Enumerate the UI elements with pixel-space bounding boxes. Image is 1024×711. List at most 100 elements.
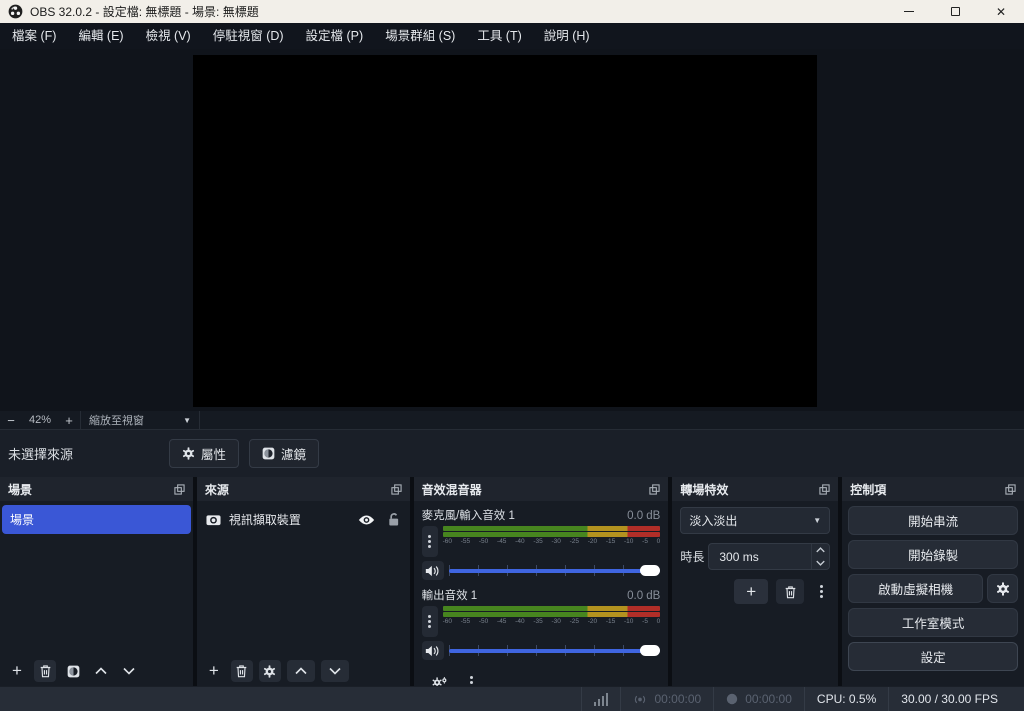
scene-up-button[interactable] (90, 660, 112, 682)
obs-main-window: OBS 32.0.2 - 設定檔: 無標題 - 場景: 無標題 ✕ 檔案 (F)… (0, 0, 1024, 711)
menu-view[interactable]: 檢視 (V) (135, 23, 202, 49)
minimize-button[interactable] (886, 0, 932, 23)
meter-scale: -60 -55 -50 -45 -40 -35 -30 -25 -20 -15 -10 -5 0 (442, 618, 661, 625)
mixer-menu-button[interactable] (469, 680, 473, 684)
remove-scene-button[interactable] (34, 660, 56, 682)
volume-meter (442, 612, 661, 617)
filter-icon (262, 447, 275, 460)
chevron-up-icon (295, 667, 307, 675)
channel-menu-button[interactable] (421, 526, 438, 557)
transitions-panel: 轉場特效 淡入淡出 ▼ 時長 300 ms + (672, 477, 839, 686)
scene-down-button[interactable] (118, 660, 140, 682)
slider-handle[interactable] (640, 645, 661, 656)
start-virtual-camera-button[interactable]: 啟動虛擬相機 (848, 574, 984, 603)
slider-handle[interactable] (640, 565, 661, 576)
mute-button[interactable] (421, 561, 444, 580)
duration-increment-button[interactable] (812, 544, 829, 557)
volume-slider[interactable] (448, 564, 661, 577)
duration-value: 300 ms (719, 549, 759, 564)
connection-status (582, 687, 621, 711)
virtual-camera-config-button[interactable] (987, 574, 1019, 603)
scene-name: 場景 (10, 513, 35, 527)
controls-panel-header[interactable]: 控制項 (842, 477, 1024, 501)
close-icon: ✕ (995, 4, 1007, 19)
record-icon (726, 693, 738, 705)
zoom-level: 42% (28, 414, 52, 426)
duration-decrement-button[interactable] (812, 557, 829, 570)
transitions-panel-header[interactable]: 轉場特效 (672, 477, 839, 501)
remove-transition-button[interactable] (776, 579, 805, 604)
zoom-mode-dropdown[interactable]: 縮放至視窗 ▼ (81, 412, 199, 428)
mixer-channel-mic: 麥克風/輸入音效 1 0.0 dB -60 -55 -50 -45 -40 -35 -30-… (421, 507, 661, 580)
source-down-button[interactable] (320, 660, 349, 682)
properties-button[interactable]: 屬性 (169, 439, 240, 468)
lock-open-icon[interactable] (387, 512, 400, 527)
popout-icon[interactable] (174, 483, 185, 495)
scenes-toolbar: + (0, 656, 193, 686)
remove-source-button[interactable] (230, 660, 253, 682)
mixer-panel-header[interactable]: 音效混音器 (413, 477, 669, 501)
chevron-down-icon (123, 667, 135, 675)
menu-scene-collection[interactable]: 場景群組 (S) (374, 23, 466, 49)
visibility-eye-icon[interactable] (358, 514, 375, 526)
scene-filters-button[interactable] (62, 660, 84, 682)
volume-meter (442, 526, 661, 531)
sources-title: 來源 (204, 482, 229, 497)
popout-icon[interactable] (649, 483, 660, 495)
transition-select[interactable]: 淡入淡出 ▼ (680, 507, 831, 534)
settings-button[interactable]: 設定 (848, 642, 1019, 671)
menu-edit[interactable]: 編輯 (E) (67, 23, 134, 49)
scene-list-item[interactable]: 場景 (2, 505, 191, 534)
source-list-item[interactable]: 視訊擷取裝置 (197, 506, 410, 533)
speaker-icon (425, 645, 439, 656)
start-recording-button[interactable]: 開始錄製 (848, 540, 1019, 569)
channel-menu-button[interactable] (421, 606, 438, 637)
popout-icon[interactable] (819, 483, 830, 495)
studio-mode-button[interactable]: 工作室模式 (848, 608, 1019, 637)
channel-db-value: 0.0 dB (627, 590, 661, 602)
controls-title: 控制項 (850, 482, 887, 497)
start-streaming-button[interactable]: 開始串流 (848, 506, 1019, 535)
divider (199, 411, 200, 429)
scenes-panel: 場景 場景 + (0, 477, 193, 686)
duration-spinbox[interactable]: 300 ms (708, 543, 831, 570)
preview-area (0, 49, 1024, 411)
speaker-icon (425, 565, 439, 576)
chevron-down-icon (816, 560, 825, 566)
source-list: 視訊擷取裝置 (197, 501, 410, 656)
scenes-panel-header[interactable]: 場景 (0, 477, 193, 501)
slider-track (448, 569, 661, 573)
filters-button[interactable]: 濾鏡 (249, 439, 320, 468)
mute-button[interactable] (421, 641, 444, 660)
properties-label: 屬性 (201, 448, 227, 462)
filter-icon (67, 665, 79, 677)
source-properties-button[interactable] (258, 660, 281, 682)
sources-panel-header[interactable]: 來源 (196, 477, 410, 501)
add-scene-button[interactable]: + (6, 660, 28, 682)
sources-toolbar: + (197, 656, 410, 686)
volume-slider[interactable] (448, 644, 661, 657)
volume-meter (442, 532, 661, 537)
trash-icon (40, 665, 50, 678)
add-transition-button[interactable]: + (734, 579, 769, 604)
zoom-out-button[interactable]: − (0, 413, 22, 428)
preview-zoom-toolbar: − 42% + 縮放至視窗 ▼ (0, 411, 1024, 430)
stream-timer: 00:00:00 (621, 687, 713, 711)
menu-docks[interactable]: 停駐視窗 (D) (202, 23, 295, 49)
menu-profile[interactable]: 設定檔 (P) (295, 23, 375, 49)
popout-icon[interactable] (1005, 483, 1016, 495)
add-source-button[interactable]: + (203, 660, 225, 682)
preview-canvas[interactable] (193, 55, 817, 407)
filters-label: 濾鏡 (281, 448, 307, 462)
channel-db-value: 0.0 dB (627, 510, 661, 522)
popout-icon[interactable] (390, 483, 402, 495)
gear-icon (182, 447, 195, 460)
menu-tools[interactable]: 工具 (T) (466, 23, 532, 49)
transition-properties-button[interactable] (812, 579, 830, 604)
menu-file[interactable]: 檔案 (F) (1, 23, 67, 49)
source-up-button[interactable] (286, 660, 315, 682)
maximize-button[interactable] (932, 0, 978, 23)
menu-help[interactable]: 說明 (H) (533, 23, 601, 49)
close-button[interactable]: ✕ (978, 0, 1024, 23)
zoom-in-button[interactable]: + (58, 413, 80, 428)
